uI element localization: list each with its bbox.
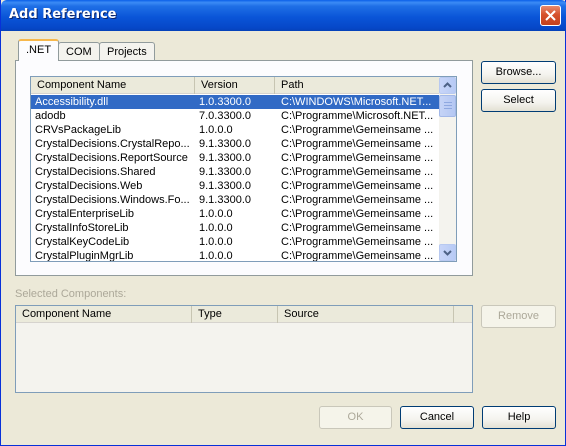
table-row[interactable]: CrystalDecisions.ReportSource 9.1.3300.0 C… <box>31 151 440 165</box>
version-cell: 9.1.3300.0 <box>199 138 251 150</box>
version-cell: 1.0.0.0 <box>199 236 233 248</box>
help-button[interactable]: Help <box>482 406 556 429</box>
grip-line <box>444 102 452 103</box>
title-bar[interactable]: Add Reference <box>1 0 566 31</box>
path-cell: C:\Programme\Gemeinsame ... <box>281 222 434 234</box>
table-row[interactable]: CRVsPackageLib 1.0.0.0 C:\Programme\Gemein… <box>31 123 440 137</box>
table-row[interactable]: CrystalDecisions.Web 9.1.3300.0 C:\Program… <box>31 179 440 193</box>
path-cell: C:\Programme\Gemeinsame ... <box>281 236 434 248</box>
path-cell: C:\Programme\Gemeinsame ... <box>281 180 434 192</box>
table-row[interactable]: CrystalDecisions.CrystalRepo... 9.1.3300.… <box>31 137 440 151</box>
selected-components-list[interactable]: Component Name Type Source <box>15 305 473 393</box>
scroll-down-button[interactable] <box>439 244 456 261</box>
close-icon <box>545 10 556 21</box>
path-cell: C:\Programme\Gemeinsame ... <box>281 166 434 178</box>
path-cell: C:\Programme\Gemeinsame ... <box>281 124 434 136</box>
ok-button[interactable]: OK <box>319 406 392 429</box>
component-name-cell: adodb <box>35 110 66 122</box>
table-row[interactable]: CrystalInfoStoreLib 1.0.0.0 C:\Programme\G… <box>31 221 440 235</box>
component-name-cell: CrystalPluginMgrLib <box>35 250 134 261</box>
path-cell: C:\Programme\Gemeinsame ... <box>281 250 434 261</box>
path-cell: C:\Programme\Gemeinsame ... <box>281 208 434 220</box>
path-cell: C:\Programme\Gemeinsame ... <box>281 138 434 150</box>
version-cell: 1.0.0.0 <box>199 124 233 136</box>
column-header-source[interactable]: Source <box>278 306 454 323</box>
version-cell: 9.1.3300.0 <box>199 152 251 164</box>
version-cell: 9.1.3300.0 <box>199 180 251 192</box>
grip-line <box>444 108 452 109</box>
list-header: Component Name Version Path <box>31 77 440 94</box>
column-header-path[interactable]: Path <box>275 77 440 94</box>
scroll-up-button[interactable] <box>439 77 456 94</box>
scroll-thumb[interactable] <box>439 95 456 117</box>
component-name-cell: CrystalDecisions.Windows.Fo... <box>35 194 190 206</box>
selected-components-label: Selected Components: <box>15 288 127 300</box>
component-name-cell: CrystalInfoStoreLib <box>35 222 129 234</box>
arrow-up-icon <box>443 82 452 88</box>
path-cell: C:\Programme\Microsoft.NET... <box>281 110 434 122</box>
selected-list-header: Component Name Type Source <box>16 306 472 323</box>
tab-label: COM <box>66 46 92 58</box>
add-reference-dialog: Add Reference .NET COM Projects Componen… <box>0 0 566 446</box>
cancel-button[interactable]: Cancel <box>400 406 474 429</box>
remove-button[interactable]: Remove <box>481 305 556 328</box>
component-name-cell: CrystalDecisions.ReportSource <box>35 152 188 164</box>
component-name-cell: CRVsPackageLib <box>35 124 122 136</box>
table-row[interactable]: CrystalPluginMgrLib 1.0.0.0 C:\Programme\G… <box>31 249 440 261</box>
column-header-version[interactable]: Version <box>195 77 275 94</box>
version-cell: 7.0.3300.0 <box>199 110 251 122</box>
component-list[interactable]: Component Name Version Path Accessibilit… <box>30 76 457 262</box>
component-name-cell: CrystalDecisions.CrystalRepo... <box>35 138 190 150</box>
component-name-cell: CrystalDecisions.Shared <box>35 166 156 178</box>
browse-button[interactable]: Browse... <box>481 61 556 84</box>
version-cell: 9.1.3300.0 <box>199 194 251 206</box>
list-rows: Accessibility.dll 1.0.3300.0 C:\WINDOWS\Mi… <box>31 95 440 261</box>
tab-dotnet[interactable]: .NET <box>18 39 60 61</box>
select-button[interactable]: Select <box>481 89 556 112</box>
path-cell: C:\WINDOWS\Microsoft.NET... <box>281 96 432 108</box>
window-title: Add Reference <box>9 7 117 22</box>
version-cell: 9.1.3300.0 <box>199 166 251 178</box>
grip-line <box>444 105 452 106</box>
table-row[interactable]: Accessibility.dll 1.0.3300.0 C:\WINDOWS\Mi… <box>31 95 440 109</box>
version-cell: 1.0.3300.0 <box>199 96 251 108</box>
component-name-cell: CrystalDecisions.Web <box>35 180 143 192</box>
close-button[interactable] <box>540 5 561 26</box>
column-header-component-name[interactable]: Component Name <box>31 77 195 94</box>
table-row[interactable]: CrystalDecisions.Windows.Fo... 9.1.3300.0… <box>31 193 440 207</box>
path-cell: C:\Programme\Gemeinsame ... <box>281 194 434 206</box>
column-header-type[interactable]: Type <box>192 306 278 323</box>
tab-label: .NET <box>26 44 52 56</box>
arrow-down-icon <box>443 250 452 256</box>
column-header-component-name[interactable]: Component Name <box>16 306 192 323</box>
version-cell: 1.0.0.0 <box>199 250 233 261</box>
table-row[interactable]: CrystalKeyCodeLib 1.0.0.0 C:\Programme\Gem… <box>31 235 440 249</box>
component-name-cell: CrystalEnterpriseLib <box>35 208 135 220</box>
version-cell: 1.0.0.0 <box>199 208 233 220</box>
version-cell: 1.0.0.0 <box>199 222 233 234</box>
vertical-scrollbar[interactable] <box>439 77 456 261</box>
table-row[interactable]: CrystalDecisions.Shared 9.1.3300.0 C:\Prog… <box>31 165 440 179</box>
table-row[interactable]: CrystalEnterpriseLib 1.0.0.0 C:\Programme\… <box>31 207 440 221</box>
path-cell: C:\Programme\Gemeinsame ... <box>281 152 434 164</box>
component-name-cell: CrystalKeyCodeLib <box>35 236 130 248</box>
tab-label: Projects <box>107 46 147 58</box>
table-row[interactable]: adodb 7.0.3300.0 C:\Programme\Microsoft.NE… <box>31 109 440 123</box>
component-name-cell: Accessibility.dll <box>35 96 109 108</box>
